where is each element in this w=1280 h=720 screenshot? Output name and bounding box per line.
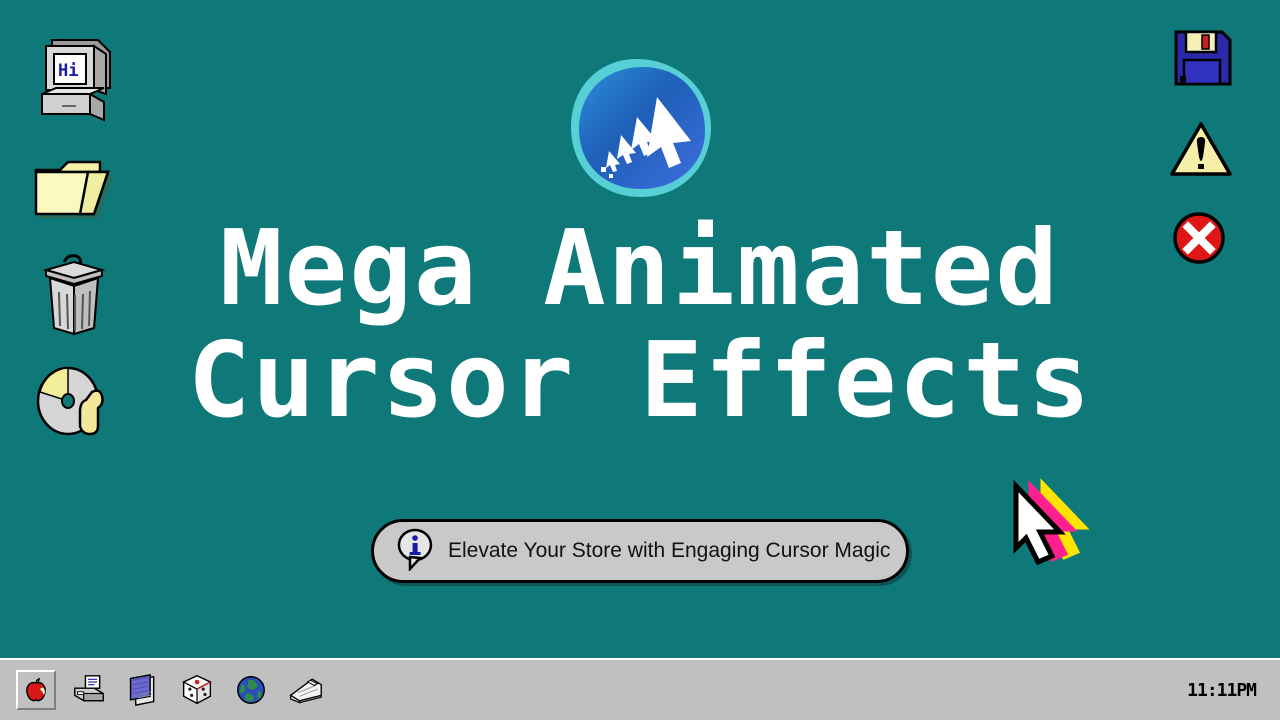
- animated-cursor-logo: [565, 55, 715, 200]
- taskbar-dice-icon[interactable]: [176, 669, 218, 711]
- subtitle-banner[interactable]: Elevate Your Store with Engaging Cursor …: [371, 519, 909, 583]
- floppy-disk-icon[interactable]: [1172, 26, 1234, 88]
- taskbar-notepad-icon[interactable]: [122, 669, 164, 711]
- title-line-1: Mega Animated: [220, 207, 1060, 329]
- taskbar-clock[interactable]: 11:11PM: [1187, 680, 1257, 701]
- computer-screen-text: Hi: [58, 61, 78, 81]
- pixel-cursor-arrow: [1000, 478, 1092, 574]
- taskbar-globe-icon[interactable]: [230, 669, 272, 711]
- warning-triangle-icon[interactable]: [1168, 120, 1234, 180]
- taskbar-cardfile-icon[interactable]: [284, 669, 326, 711]
- taskbar: 11:11PM: [0, 658, 1280, 720]
- title-line-2: Cursor Effects: [187, 319, 1093, 441]
- my-computer-icon[interactable]: Hi: [32, 32, 116, 124]
- info-bubble-icon: [396, 527, 434, 576]
- subtitle-text: Elevate Your Store with Engaging Cursor …: [448, 539, 891, 562]
- desktop-background: Hi Mega Animated Cursor Effects Elevate …: [0, 0, 1280, 720]
- taskbar-icon-tray: [0, 669, 326, 711]
- taskbar-printer-icon[interactable]: [68, 669, 110, 711]
- taskbar-apple-icon[interactable]: [16, 670, 56, 710]
- page-title: Mega Animated Cursor Effects: [0, 212, 1280, 436]
